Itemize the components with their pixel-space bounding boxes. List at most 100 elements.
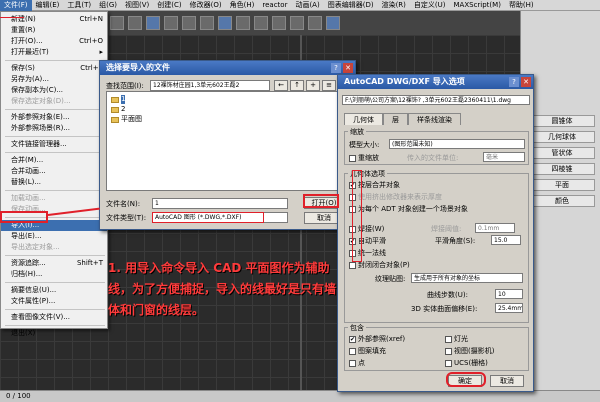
file-menu-item[interactable]: 保存选定对象(D)... [1, 96, 107, 107]
incoming-units-select[interactable]: 毫米 [483, 152, 525, 162]
snap-icon[interactable] [218, 16, 232, 30]
menu-item[interactable]: 创建(C) [153, 0, 185, 11]
file-menu-item[interactable]: 外部参照场景(R)... [1, 123, 107, 134]
tab[interactable]: 层 [383, 113, 408, 125]
option-checkbox[interactable]: 视图(摄影机) [445, 346, 494, 356]
file-menu-item[interactable]: 保存(S) Ctrl+S [1, 63, 107, 74]
file-menu-item[interactable]: 替换(L)... [1, 177, 107, 188]
rescale-checkbox[interactable]: 重缩放 [349, 153, 379, 163]
file-menu-item-label: 加载动画... [11, 194, 46, 202]
annotation-text: 1. 用导入命令导入 CAD 平面图作为辅助线，为了方便捕捉，导入的线最好是只有… [108, 261, 337, 317]
menu-item[interactable]: 角色(H) [226, 0, 259, 11]
menu-item[interactable]: 文件(F) [0, 0, 32, 11]
tab[interactable]: 几何体 [344, 113, 383, 125]
file-menu-item[interactable]: 新建(N) Ctrl+N [1, 14, 107, 25]
command-panel-button[interactable]: 平面 [529, 179, 595, 191]
surface-deviation-input[interactable]: 25.4mm [495, 303, 523, 313]
back-icon[interactable]: ← [274, 80, 288, 91]
curve-steps-input[interactable]: 10 [495, 289, 523, 299]
file-menu-item[interactable]: 合并(M)... [1, 155, 107, 166]
lookin-select[interactable]: 12裸饰材庄园1,3单元602王磊2 [150, 80, 270, 91]
checkbox-icon [445, 359, 452, 367]
menu-separator [5, 190, 105, 191]
weld-threshold-input[interactable]: 0.1mm [475, 223, 515, 233]
file-menu-item[interactable]: 合并动画... [1, 166, 107, 177]
help-icon[interactable]: ? [509, 77, 519, 87]
menu-item[interactable]: 编辑(E) [32, 0, 64, 11]
scale-icon[interactable] [200, 16, 214, 30]
file-menu-item[interactable]: 导出选定对象... [1, 242, 107, 253]
model-size-value: (图形范围未知) [389, 139, 525, 149]
file-menu-item[interactable]: 加载动画... [1, 193, 107, 204]
file-menu-item[interactable]: 外部参照对象(E)... [1, 112, 107, 123]
file-menu-item[interactable]: 资源追踪... Shift+T [1, 258, 107, 269]
command-panel-button[interactable]: 颜色 [529, 195, 595, 207]
file-menu-item[interactable]: 归档(H)... [1, 269, 107, 280]
close-icon[interactable]: ✕ [343, 63, 353, 73]
command-panel-button[interactable]: 管状体 [529, 147, 595, 159]
close-icon[interactable]: ✕ [521, 77, 531, 87]
file-list-item[interactable]: 2 [111, 105, 125, 114]
file-list-item-label: 2 [121, 105, 126, 113]
file-menu-item[interactable]: 另存为(A)... [1, 74, 107, 85]
file-menu-item-label: 外部参照场景(R)... [11, 124, 71, 132]
file-menu-item[interactable]: 文件链接管理器... [1, 139, 107, 150]
menu-item[interactable]: 图表编辑器(D) [324, 0, 378, 11]
command-panel-button[interactable]: 几何球体 [529, 131, 595, 143]
option-checkbox[interactable]: 为每个 ADT 对象创建一个场景对象 [349, 204, 468, 214]
menu-item[interactable]: reactor [258, 0, 291, 11]
option-checkbox[interactable]: 点 [349, 358, 365, 368]
option-checkbox[interactable]: ✔ 外部参照(xref) [349, 334, 405, 344]
smooth-angle-input[interactable]: 15.0 [491, 235, 521, 245]
menu-item[interactable]: 修改器(O) [186, 0, 226, 11]
align-icon[interactable] [254, 16, 268, 30]
option-checkbox[interactable]: 使用挤出修改器来表示厚度 [349, 192, 442, 202]
file-list-item[interactable]: 1 [111, 95, 126, 104]
command-panel-button[interactable]: 圆锥体 [529, 115, 595, 127]
mirror-icon[interactable] [236, 16, 250, 30]
file-list[interactable]: 1 2 平面图 [106, 91, 350, 191]
menu-item[interactable]: 动画(A) [291, 0, 323, 11]
file-menu-item[interactable]: 保存副本为(C)... [1, 85, 107, 96]
layer-icon[interactable] [272, 16, 286, 30]
file-menu-item[interactable]: 重置(R) [1, 25, 107, 36]
menu-item[interactable]: MAXScript(M) [450, 0, 505, 11]
undo-icon[interactable] [110, 16, 124, 30]
file-menu-item[interactable]: 打开最近(T) ▸ [1, 47, 107, 58]
option-checkbox[interactable]: 灯光 [445, 334, 468, 344]
file-menu-item[interactable]: 文件属性(P)... [1, 296, 107, 307]
cancel-button[interactable]: 取消 [490, 375, 524, 387]
render-icon[interactable] [326, 16, 340, 30]
up-folder-icon[interactable]: ↑ [290, 80, 304, 91]
select-icon[interactable] [146, 16, 160, 30]
file-menu-item[interactable]: 查看图像文件(V)... [1, 312, 107, 323]
menu-item[interactable]: 自定义(U) [410, 0, 450, 11]
file-menu-item[interactable]: 打开(O)... Ctrl+O [1, 36, 107, 47]
import-file-path: F:\刘丽萌\公司方案\12裸饰? ,3单元602王磊2360411\1.dwg [342, 95, 530, 105]
menu-item[interactable]: 视图(V) [121, 0, 153, 11]
curve-editor-icon[interactable] [290, 16, 304, 30]
command-panel-button[interactable]: 四棱锥 [529, 163, 595, 175]
option-checkbox[interactable]: 图案填充 [349, 346, 386, 356]
file-menu-item[interactable]: 退出(X) [1, 328, 107, 339]
material-editor-icon[interactable] [308, 16, 322, 30]
checkbox-icon [349, 347, 356, 355]
file-menu-item[interactable]: 摘要信息(U)... [1, 285, 107, 296]
move-icon[interactable] [164, 16, 178, 30]
help-icon[interactable]: ? [331, 63, 341, 73]
menu-separator [5, 255, 105, 256]
menu-item[interactable]: 渲染(R) [378, 0, 410, 11]
menu-item[interactable]: 工具(T) [63, 0, 95, 11]
tab[interactable]: 样条线渲染 [408, 113, 461, 125]
texture-mapping-select[interactable]: 生成用于所有对象的坐标 [411, 273, 523, 283]
file-menu-item[interactable]: 导出(E)... [1, 231, 107, 242]
file-list-item[interactable]: 平面图 [111, 115, 142, 124]
option-checkbox[interactable]: UCS(栅格) [445, 358, 488, 368]
menu-item[interactable]: 组(G) [95, 0, 121, 11]
view-menu-icon[interactable]: ≡ [322, 80, 336, 91]
redo-icon[interactable] [128, 16, 142, 30]
filename-input[interactable]: 1 [152, 198, 288, 209]
new-folder-icon[interactable]: + [306, 80, 320, 91]
rotate-icon[interactable] [182, 16, 196, 30]
menu-item[interactable]: 帮助(H) [505, 0, 538, 11]
